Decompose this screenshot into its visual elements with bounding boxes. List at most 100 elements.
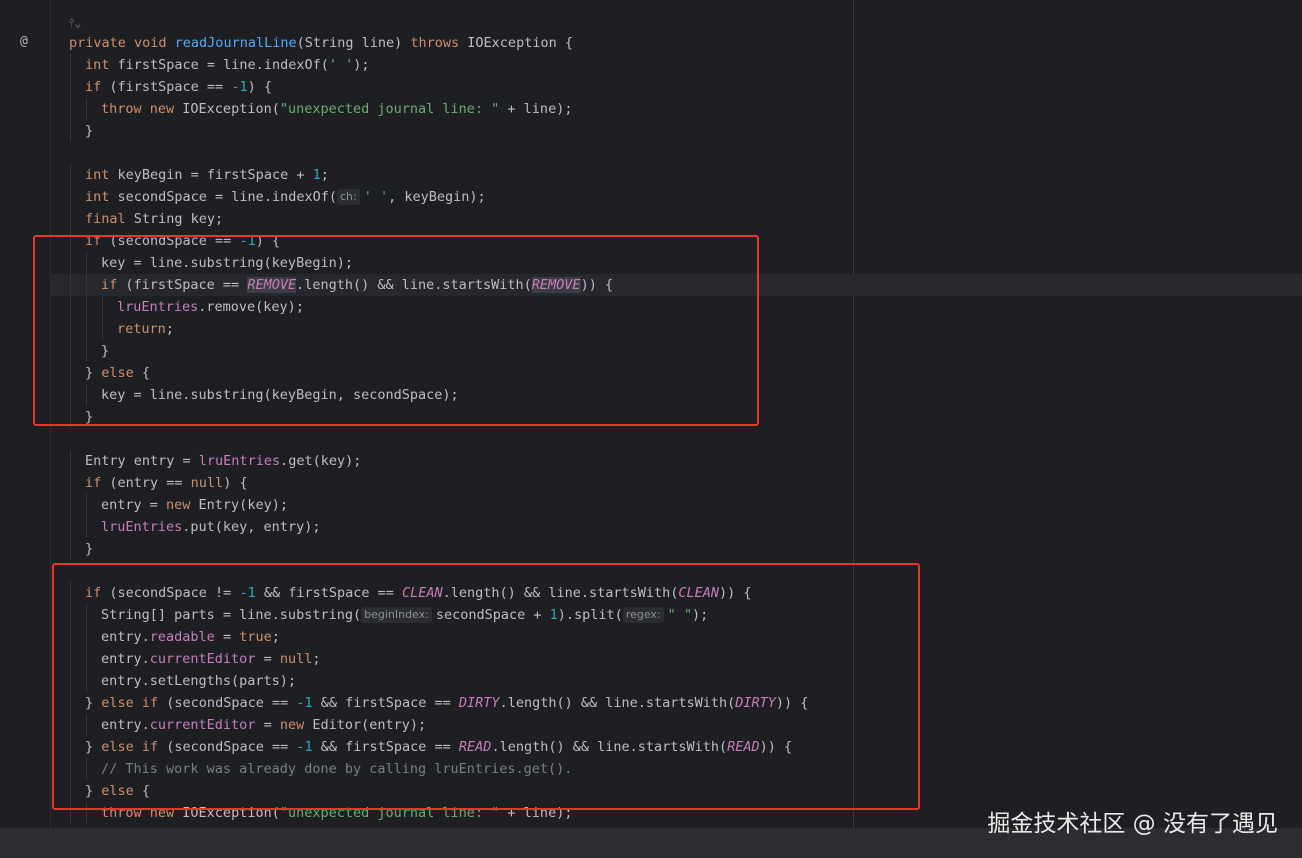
code-token: key = line.substring(keyBegin); [101,255,353,271]
code-token: } [85,409,94,425]
code-token: (entry == [109,475,191,491]
code-token: && firstSpace == [312,695,459,711]
code-token: } [85,365,102,381]
indent-guide [69,450,85,472]
code-line[interactable]: entry.currentEditor = new Editor(entry); [51,714,1302,736]
code-token: " " [667,607,693,623]
code-line[interactable]: key = line.substring(keyBegin); [51,252,1302,274]
code-token: Entry entry = [85,453,199,469]
indent-guide [85,274,101,296]
code-line[interactable]: } [51,406,1302,428]
code-line[interactable]: lruEntries.put(key, entry); [51,516,1302,538]
code-token: )) { [580,277,614,293]
code-token: final [85,211,134,227]
code-line[interactable]: } else if (secondSpace == -1 && firstSpa… [51,692,1302,714]
code-token: int [85,167,118,183]
code-token: lruEntries [101,519,183,535]
indent-guide [69,516,85,538]
editor-gutter: @ [0,0,51,828]
indent-guide [69,98,85,120]
code-line[interactable]: } [51,340,1302,362]
code-token: + line); [499,101,573,117]
code-line[interactable]: entry.readable = true; [51,626,1302,648]
code-token: ); [353,57,370,73]
code-line[interactable]: if (firstSpace == -1) { [51,76,1302,98]
code-editor[interactable]: ⫯⌄ private void readJournalLine(String l… [51,0,1302,828]
code-token: new [149,805,183,821]
code-line[interactable]: int firstSpace = line.indexOf(' '); [51,54,1302,76]
code-token: IOException( [182,101,280,117]
code-token: key = line.substring(keyBegin, secondSpa… [101,387,459,403]
code-line[interactable]: int keyBegin = firstSpace + 1; [51,164,1302,186]
code-line[interactable]: entry.currentEditor = null; [51,648,1302,670]
code-token: -1 [296,695,313,711]
code-token: } [85,541,94,557]
code-line[interactable] [51,142,1302,164]
parameter-hint: beginIndex: [361,607,432,623]
code-line[interactable]: return; [51,318,1302,340]
code-token: .length() && line.startsWith( [491,739,728,755]
code-token: (String line) [296,35,411,51]
code-token: } [85,695,102,711]
code-line[interactable]: throw new IOException("unexpected journa… [51,98,1302,120]
indent-guide [69,252,85,274]
code-line[interactable]: Entry entry = lruEntries.get(key); [51,450,1302,472]
code-token: else if [101,695,167,711]
code-line[interactable]: } else if (secondSpace == -1 && firstSpa… [51,736,1302,758]
indent-guide [69,648,85,670]
watermark: 掘金技术社区 @ 没有了遇见 [987,811,1278,837]
code-token: currentEditor [149,717,256,733]
indent-guide [85,714,101,736]
parameter-hint: ch: [336,189,360,205]
inlay-hint-icon[interactable]: ⫯⌄ [69,16,81,31]
code-line[interactable]: } else { [51,780,1302,802]
code-line[interactable]: } else { [51,362,1302,384]
code-line[interactable]: entry = new Entry(key); [51,494,1302,516]
indent-guide [85,318,101,340]
code-line[interactable]: key = line.substring(keyBegin, secondSpa… [51,384,1302,406]
code-token: )) { [759,739,793,755]
code-token: ; [271,629,280,645]
code-token: -1 [231,79,248,95]
code-token: if [85,233,110,249]
indent-guide [69,736,85,758]
code-line[interactable]: int secondSpace = line.indexOf(ch: ' ', k… [51,186,1302,208]
code-token: else [101,783,142,799]
code-token: return [117,321,166,337]
indent-guide [69,340,85,362]
code-line[interactable]: private void readJournalLine(String line… [51,32,1302,54]
code-token: } [101,343,110,359]
code-line[interactable]: final String key; [51,208,1302,230]
code-line[interactable] [51,428,1302,450]
code-token: if [85,585,110,601]
code-line[interactable]: lruEntries.remove(key); [51,296,1302,318]
code-token: = [255,651,280,667]
code-token: } [85,783,102,799]
code-line[interactable] [51,560,1302,582]
code-lines: private void readJournalLine(String line… [51,32,1302,824]
code-line[interactable]: } [51,120,1302,142]
code-token: Editor(entry); [312,717,427,733]
code-line[interactable]: entry.setLengths(parts); [51,670,1302,692]
code-token: if [101,277,126,293]
code-line[interactable]: // This work was already done by calling… [51,758,1302,780]
code-line[interactable]: if (secondSpace == -1) { [51,230,1302,252]
code-token: { [141,783,151,799]
indent-guide [69,714,85,736]
code-token: .remove(key); [198,299,304,315]
code-token: READ [727,739,760,755]
code-line[interactable]: } [51,538,1302,560]
indent-guide [69,120,85,142]
code-line[interactable]: String[] parts = line.substring(beginInd… [51,604,1302,626]
indent-guide [69,692,85,714]
code-line[interactable]: if (entry == null) { [51,472,1302,494]
override-annotation-icon[interactable]: @ [20,34,28,49]
indent-guide [85,604,101,626]
code-line[interactable]: if (secondSpace != -1 && firstSpace == C… [51,582,1302,604]
code-token: IOException { [467,35,573,51]
code-token: (secondSpace == [109,233,240,249]
code-token: entry. [101,629,150,645]
code-line[interactable]: if (firstSpace == REMOVE.length() && lin… [51,274,1302,296]
indent-guide [69,670,85,692]
code-token: lruEntries [198,453,281,469]
